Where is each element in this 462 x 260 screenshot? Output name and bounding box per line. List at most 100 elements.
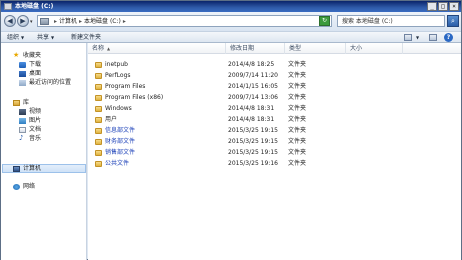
organize-menu[interactable]: 组织 ▼ xyxy=(7,32,24,43)
search-icon[interactable]: ⌕ xyxy=(447,15,459,27)
maximize-button[interactable]: □ xyxy=(438,2,448,11)
explorer-window: 本地磁盘 (C:) _ □ × ◀ ▶ ▾ ▸计算机▸本地磁盘 (C:)▸ ▾ … xyxy=(0,0,462,260)
file-date: 2014/4/8 18:31 xyxy=(228,105,275,112)
table-row[interactable]: 信息部文件 2015/3/25 19:15 文件夹 xyxy=(88,126,461,136)
file-type: 文件夹 xyxy=(288,116,307,123)
computer-small-icon xyxy=(40,18,49,25)
table-row[interactable]: inetpub 2014/4/8 18:25 文件夹 xyxy=(88,60,461,70)
file-name: Windows xyxy=(105,105,132,112)
close-button[interactable]: × xyxy=(449,2,459,11)
nav-libraries-label: 库 xyxy=(23,99,30,106)
pictures-icon xyxy=(19,118,26,124)
folder-icon xyxy=(95,128,102,134)
video-icon xyxy=(19,109,26,115)
breadcrumb: ▸ 计算机 ▸ 本地磁盘 (C:) ▸ xyxy=(52,17,128,26)
file-date: 2015/3/25 19:16 xyxy=(228,160,278,167)
file-date: 2015/3/25 19:15 xyxy=(228,127,278,134)
file-type: 文件夹 xyxy=(288,149,307,156)
breadcrumb-computer[interactable]: 计算机 xyxy=(59,18,77,25)
file-type: 文件夹 xyxy=(288,61,307,68)
folder-icon xyxy=(95,84,102,90)
table-row[interactable]: Windows 2014/4/8 18:31 文件夹 xyxy=(88,104,461,114)
chevron-down-icon: ▼ xyxy=(21,35,25,40)
nav-pictures-label: 图片 xyxy=(29,117,42,124)
window-controls: _ □ × xyxy=(427,2,459,11)
drive-icon xyxy=(4,3,12,10)
column-size[interactable]: 大小 xyxy=(346,43,403,54)
help-icon[interactable]: ? xyxy=(444,33,453,42)
refresh-button[interactable]: ↻ xyxy=(319,16,330,26)
column-name-label: 名称 xyxy=(92,45,105,52)
folder-icon xyxy=(95,150,102,156)
file-type: 文件夹 xyxy=(288,160,307,167)
file-name: Program Files xyxy=(105,83,146,90)
view-options-icon[interactable] xyxy=(404,34,412,41)
file-type: 文件夹 xyxy=(288,94,307,101)
preview-pane-icon[interactable] xyxy=(429,34,437,41)
address-row: ◀ ▶ ▾ ▸计算机▸本地磁盘 (C:)▸ ▾ ↻ 搜索 本地磁盘 (C:) ⌕ xyxy=(1,12,461,31)
view-options-dropdown[interactable]: ▼ xyxy=(414,32,419,43)
file-list: 名称 ▲ 修改日期 类型 大小 inetpub 2014/4/8 18:25 文件… xyxy=(88,43,461,260)
folder-icon xyxy=(95,161,102,167)
network-icon xyxy=(13,184,20,190)
libraries-icon xyxy=(13,100,20,106)
breadcrumb-separator[interactable]: ▸ xyxy=(123,18,126,25)
breadcrumb-separator[interactable]: ▸ xyxy=(79,18,82,25)
column-header-row: 名称 ▲ 修改日期 类型 大小 xyxy=(88,43,461,54)
search-placeholder: 搜索 本地磁盘 (C:) xyxy=(342,18,393,25)
recent-pages-dropdown[interactable]: ▾ xyxy=(30,19,33,25)
table-row[interactable]: 销售部文件 2015/3/25 19:15 文件夹 xyxy=(88,148,461,158)
nav-downloads-label: 下载 xyxy=(29,61,42,68)
sort-ascending-icon: ▲ xyxy=(107,46,111,51)
file-date: 2009/7/14 13:06 xyxy=(228,94,278,101)
folder-icon xyxy=(95,62,102,68)
nav-network-label: 网络 xyxy=(23,183,36,190)
table-row[interactable]: 公共文件 2015/3/25 19:16 文件夹 xyxy=(88,159,461,169)
nav-videos-label: 视频 xyxy=(29,108,42,115)
title-bar[interactable]: 本地磁盘 (C:) _ □ × xyxy=(1,1,461,12)
table-row[interactable]: Program Files 2014/1/15 16:05 文件夹 xyxy=(88,82,461,92)
computer-icon xyxy=(13,166,20,172)
file-name: 公共文件 xyxy=(105,160,130,167)
file-name: 信息部文件 xyxy=(105,127,136,134)
window-title: 本地磁盘 (C:) xyxy=(15,3,54,10)
new-folder-button[interactable]: 新建文件夹 xyxy=(71,32,101,43)
share-label: 共享 xyxy=(37,34,50,41)
file-name: Program Files (x86) xyxy=(105,94,164,101)
minimize-button[interactable]: _ xyxy=(427,2,437,11)
file-name: PerfLogs xyxy=(105,72,131,79)
address-bar[interactable]: ▸计算机▸本地磁盘 (C:)▸ ▾ xyxy=(37,15,332,27)
column-date[interactable]: 修改日期 xyxy=(226,43,285,54)
file-name: 财务部文件 xyxy=(105,138,136,145)
file-name: inetpub xyxy=(105,61,128,68)
share-menu[interactable]: 共享 ▼ xyxy=(37,32,54,43)
forward-button[interactable]: ▶ xyxy=(17,15,29,27)
folder-icon xyxy=(95,73,102,79)
folder-icon xyxy=(95,106,102,112)
file-date: 2015/3/25 19:15 xyxy=(228,138,278,145)
folder-icon xyxy=(95,117,102,123)
table-row[interactable]: 用户 2014/4/8 18:31 文件夹 xyxy=(88,115,461,125)
column-type[interactable]: 类型 xyxy=(285,43,346,54)
folder-icon xyxy=(95,95,102,101)
table-row[interactable]: Program Files (x86) 2009/7/14 13:06 文件夹 xyxy=(88,93,461,103)
back-button[interactable]: ◀ xyxy=(4,15,16,27)
breadcrumb-separator: ▸ xyxy=(54,18,58,25)
file-date: 2014/4/8 18:25 xyxy=(228,61,275,68)
breadcrumb-local-disk[interactable]: 本地磁盘 (C:) xyxy=(84,18,121,25)
chevron-down-icon: ▼ xyxy=(51,35,55,40)
folder-icon xyxy=(95,139,102,145)
nav-recent-places-label: 最近访问的位置 xyxy=(29,79,72,86)
column-name[interactable]: 名称 ▲ xyxy=(88,43,226,54)
file-type: 文件夹 xyxy=(288,138,307,145)
table-row[interactable]: PerfLogs 2009/7/14 11:20 文件夹 xyxy=(88,71,461,81)
chevron-down-icon: ▼ xyxy=(416,35,420,40)
search-input[interactable]: 搜索 本地磁盘 (C:) xyxy=(337,15,445,27)
command-bar: 组织 ▼ 共享 ▼ 新建文件夹 ▼ ? xyxy=(1,31,461,43)
file-name: 销售部文件 xyxy=(105,149,136,156)
file-date: 2014/1/15 16:05 xyxy=(228,83,278,90)
music-icon: ♪ xyxy=(19,134,24,142)
table-row[interactable]: 财务部文件 2015/3/25 19:15 文件夹 xyxy=(88,137,461,147)
organize-label: 组织 xyxy=(7,34,20,41)
file-type: 文件夹 xyxy=(288,72,307,79)
